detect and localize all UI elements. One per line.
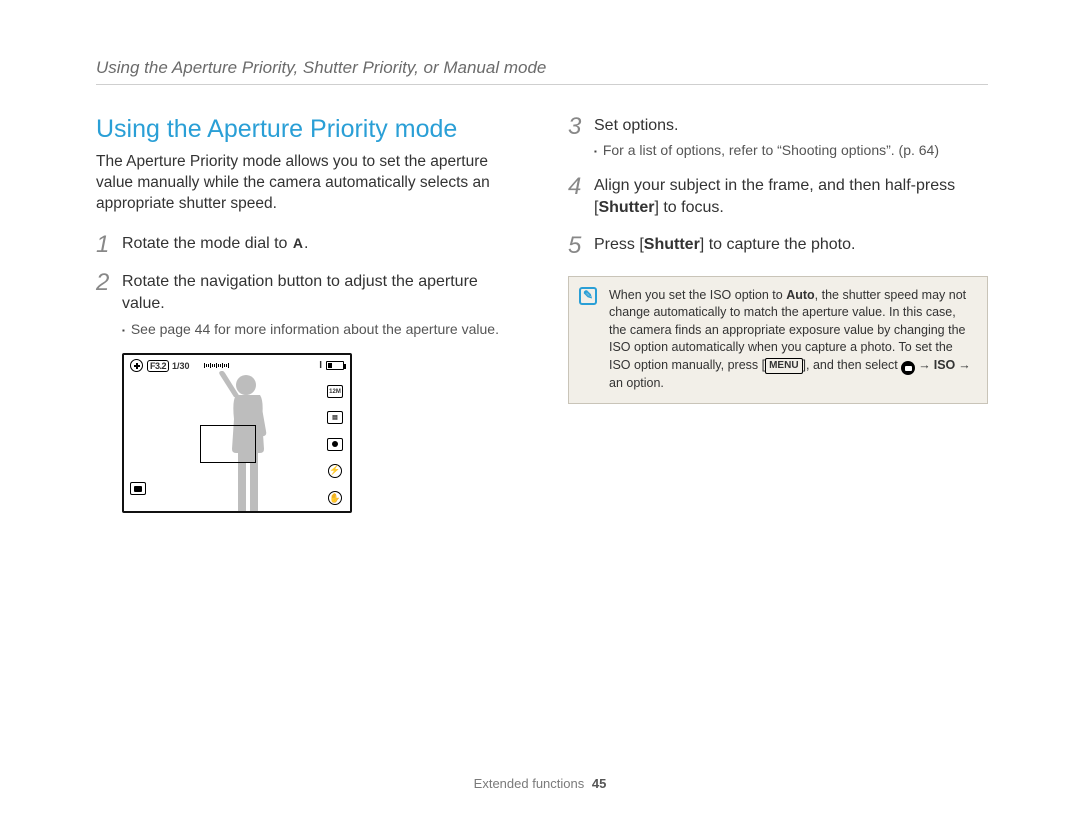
note-text: When you set the ISO option to Auto, the… [609, 287, 975, 393]
step-2: 2 Rotate the navigation button to adjust… [96, 271, 516, 339]
step-number: 2 [96, 271, 122, 295]
text-fragment: Set options. [594, 115, 939, 137]
step-5: 5 Press [Shutter] to capture the photo. [568, 234, 988, 258]
text-fragment: Rotate the mode dial to [122, 235, 292, 252]
footer-section: Extended functions [474, 776, 585, 791]
step-1: 1 Rotate the mode dial to A. [96, 233, 516, 257]
step-subtext: See page 44 for more information about t… [122, 320, 516, 340]
flash-icon: ⚡ [328, 464, 342, 478]
subtext-label: See page 44 for more information about t… [131, 320, 499, 340]
battery-icon [326, 361, 344, 370]
step-number: 4 [568, 175, 594, 199]
note-icon: ✎ [579, 287, 597, 305]
section-heading: Using the Aperture Priority mode [96, 115, 516, 144]
display-right-icons: 12M ▤ ⚡ ✋ [326, 385, 344, 505]
step-number: 5 [568, 234, 594, 258]
af-frame-icon [200, 425, 256, 463]
text-fragment: When you set the ISO option to [609, 288, 786, 302]
drive-mode-icon [130, 482, 146, 495]
metering-icon [327, 438, 343, 451]
auto-label: Auto [786, 288, 814, 302]
page-number: 45 [592, 776, 606, 791]
ev-scale-icon [196, 363, 320, 368]
arrow-icon: → [955, 358, 974, 372]
column-right: 3 Set options. For a list of options, re… [568, 115, 988, 513]
step-text: Rotate the mode dial to A. [122, 233, 308, 255]
resolution-icon: 12M [327, 385, 343, 398]
camera-dial-icon [901, 361, 915, 375]
camera-display: F3.2 1/30 I [122, 353, 352, 513]
step-text: Rotate the navigation button to adjust t… [122, 271, 516, 339]
aperture-badge: F3.2 [147, 360, 169, 372]
step-text: Align your subject in the frame, and the… [594, 175, 988, 220]
column-left: Using the Aperture Priority mode The Ape… [96, 115, 516, 513]
content-columns: Using the Aperture Priority mode The Ape… [96, 115, 988, 513]
step-number: 3 [568, 115, 594, 139]
text-fragment: ] to focus. [654, 199, 723, 216]
stabilizer-icon: ✋ [328, 491, 342, 505]
page-footer: Extended functions 45 [0, 776, 1080, 791]
step-number: 1 [96, 233, 122, 257]
quality-icon: ▤ [327, 411, 343, 424]
intro-paragraph: The Aperture Priority mode allows you to… [96, 152, 516, 215]
step-4: 4 Align your subject in the frame, and t… [568, 175, 988, 220]
menu-button-icon: MENU [765, 358, 802, 374]
shutter-speed: 1/30 [172, 361, 190, 371]
text-fragment: ] to capture the photo. [700, 236, 856, 253]
arrow-icon: → [915, 358, 934, 372]
step-text: Set options. For a list of options, refe… [594, 115, 939, 161]
step-3: 3 Set options. For a list of options, re… [568, 115, 988, 161]
page: Using the Aperture Priority, Shutter Pri… [0, 0, 1080, 815]
battery-bars: I [319, 360, 322, 371]
note-box: ✎ When you set the ISO option to Auto, t… [568, 276, 988, 404]
shutter-label: Shutter [644, 236, 700, 253]
iso-label: ISO [934, 358, 956, 372]
text-fragment: ], and then select [803, 358, 902, 372]
step-subtext: For a list of options, refer to “Shootin… [594, 141, 939, 161]
text-fragment: Press [ [594, 236, 644, 253]
shutter-label: Shutter [598, 199, 654, 216]
step-text: Press [Shutter] to capture the photo. [594, 234, 855, 256]
target-mark-icon [130, 359, 143, 372]
text-fragment: . [304, 235, 308, 252]
mode-A-icon: A [292, 235, 304, 251]
subtext-label: For a list of options, refer to “Shootin… [603, 141, 939, 161]
breadcrumb: Using the Aperture Priority, Shutter Pri… [96, 58, 988, 85]
text-fragment: an option. [609, 376, 664, 390]
text-fragment: Rotate the navigation button to adjust t… [122, 271, 516, 316]
